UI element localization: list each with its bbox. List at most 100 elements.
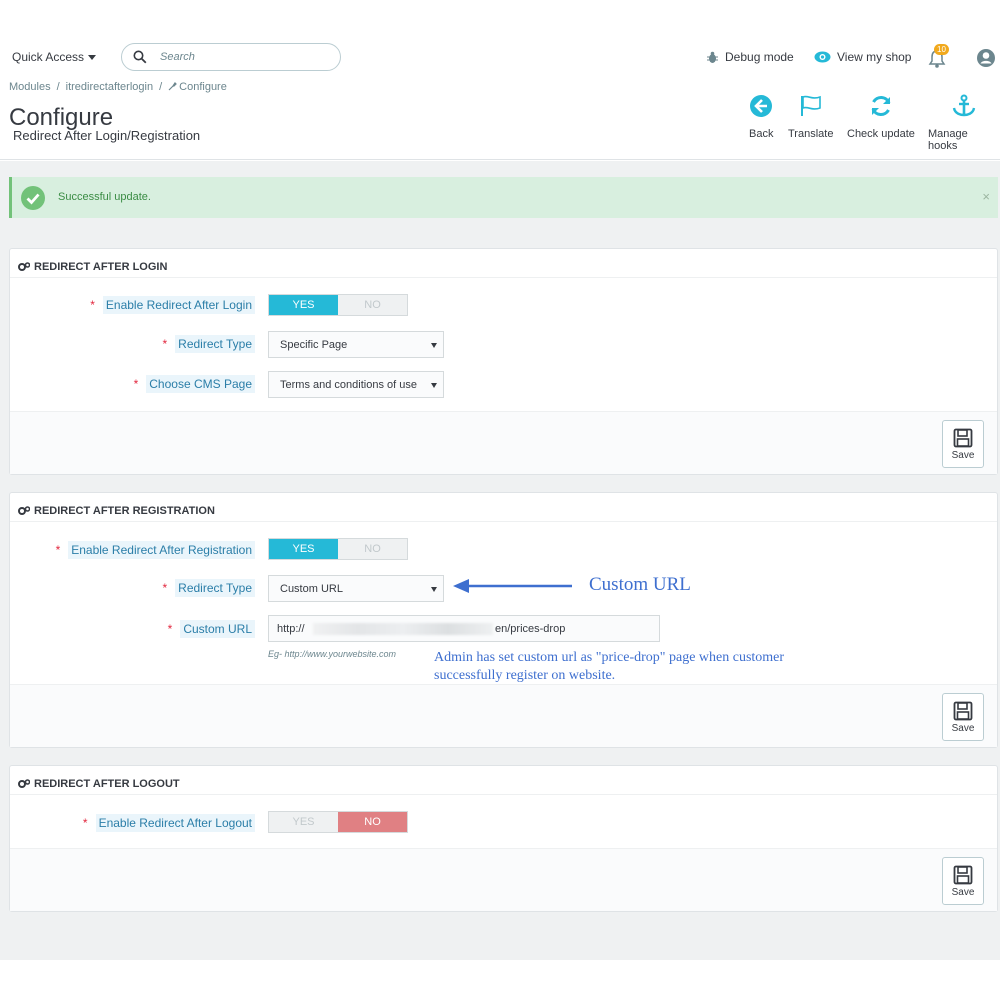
breadcrumb-module[interactable]: itredirectafterlogin [66,81,153,93]
custom-url-input[interactable]: http:// en/prices-drop [268,615,660,642]
view-my-shop-link[interactable]: View my shop [814,50,911,64]
caret-down-icon [431,383,437,388]
enable-redirect-after-logout-switch[interactable]: YES NO [268,811,408,833]
cogs-icon [18,779,30,788]
panel-title: REDIRECT AFTER LOGOUT [34,778,180,790]
field-label: Enable Redirect After Login [102,296,255,314]
panel-heading: REDIRECT AFTER REGISTRATION [10,493,997,522]
switch-yes[interactable]: YES [269,812,338,832]
floppy-disk-icon [953,865,973,884]
field-label: Enable Redirect After Logout [95,814,255,832]
required-marker: * [82,816,88,830]
debug-mode-label: Debug mode [725,50,794,64]
quick-access-dropdown[interactable]: Quick Access [12,50,97,64]
required-marker: * [90,298,95,312]
save-button[interactable]: Save [942,693,984,741]
caret-down-icon [88,55,97,61]
cogs-icon [18,262,30,271]
caret-down-icon [431,587,437,592]
save-label: Save [951,449,975,461]
required-marker: * [133,377,139,391]
refresh-icon [871,95,891,117]
quick-access-label: Quick Access [12,50,85,64]
save-label: Save [951,886,975,898]
annotation-custom-url: Custom URL [589,574,691,595]
panel-footer: Save [10,411,997,474]
flag-icon [800,95,821,116]
breadcrumb-separator: / [56,81,60,93]
panel-title: REDIRECT AFTER LOGIN [34,261,168,273]
field-label: Redirect Type [175,579,255,597]
panel-footer: Save [10,848,997,911]
switch-no[interactable]: NO [338,295,407,315]
floppy-disk-icon [953,701,973,720]
switch-no[interactable]: NO [338,812,407,832]
notifications-button[interactable]: 10 [928,44,949,69]
breadcrumb-modules[interactable]: Modules [9,81,51,93]
alert-message: Successful update. [58,191,151,203]
redirect-type-select[interactable]: Custom URL [268,575,444,602]
panel-heading: REDIRECT AFTER LOGOUT [10,766,997,795]
choose-cms-page-label: * Choose CMS Page [133,375,255,393]
field-label: Custom URL [180,620,255,638]
custom-url-label: * Custom URL [167,620,255,638]
field-label: Redirect Type [175,335,255,353]
required-marker: * [162,581,168,595]
field-label: Choose CMS Page [146,375,255,393]
panel-heading: REDIRECT AFTER LOGIN [10,249,997,278]
required-marker: * [162,337,168,351]
redirect-type-label: * Redirect Type [162,335,255,353]
switch-yes[interactable]: YES [269,295,338,315]
check-circle-icon [21,186,45,210]
check-update-label: Check update [847,128,915,140]
select-value: Specific Page [280,339,348,351]
required-marker: * [55,543,61,557]
user-account-icon[interactable] [976,48,996,68]
check-update-button[interactable]: Check update [847,94,915,140]
required-marker: * [167,622,173,636]
enable-redirect-after-registration-label: * Enable Redirect After Registration [55,541,255,559]
field-label: Enable Redirect After Registration [68,541,255,559]
cms-page-select[interactable]: Terms and conditions of use [268,371,444,398]
breadcrumb: Modules / itredirectafterlogin / Configu… [9,81,227,93]
back-button[interactable]: Back [749,94,773,140]
anchor-icon [952,94,976,117]
url-suffix: en/prices-drop [495,623,566,635]
debug-mode-link[interactable]: Debug mode [706,50,794,64]
success-alert: Successful update. × [9,177,998,218]
search-icon[interactable] [133,50,147,64]
enable-redirect-after-login-switch[interactable]: YES NO [268,294,408,316]
top-header: Quick Access Debug mode View my shop 10 … [0,0,1000,160]
panel-redirect-after-login: REDIRECT AFTER LOGIN * Enable Redirect Af… [9,248,998,475]
custom-url-help: Eg- http://www.yourwebsite.com [268,649,397,659]
manage-hooks-label: Manage hooks [928,128,968,152]
redirect-type-select[interactable]: Specific Page [268,331,444,358]
search-box[interactable] [121,43,341,71]
translate-button[interactable]: Translate [788,94,833,140]
switch-yes[interactable]: YES [269,539,338,559]
enable-redirect-after-login-label: * Enable Redirect After Login [90,296,255,314]
redacted-domain [313,623,493,635]
save-button[interactable]: Save [942,420,984,468]
url-prefix: http:// [277,623,305,635]
arrow-circle-left-icon [750,95,773,117]
enable-redirect-after-registration-switch[interactable]: YES NO [268,538,408,560]
manage-hooks-button[interactable]: Manage hooks [928,94,1000,152]
panel-redirect-after-logout: REDIRECT AFTER LOGOUT * Enable Redirect A… [9,765,998,912]
panel-title: REDIRECT AFTER REGISTRATION [34,505,215,517]
search-input[interactable] [160,49,330,65]
close-icon[interactable]: × [982,189,990,204]
switch-no[interactable]: NO [338,539,407,559]
page-subtitle: Redirect After Login/Registration [13,128,201,143]
annotation-arrow-icon [453,579,572,593]
caret-down-icon [431,343,437,348]
save-button[interactable]: Save [942,857,984,905]
breadcrumb-configure: Configure [168,81,227,93]
eye-icon [814,51,831,63]
breadcrumb-configure-label: Configure [179,81,227,93]
select-value: Custom URL [280,583,343,595]
bug-icon [707,51,718,63]
enable-redirect-after-logout-label: * Enable Redirect After Logout [82,814,255,832]
panel-footer: Save [10,684,997,747]
wrench-icon [168,82,177,91]
